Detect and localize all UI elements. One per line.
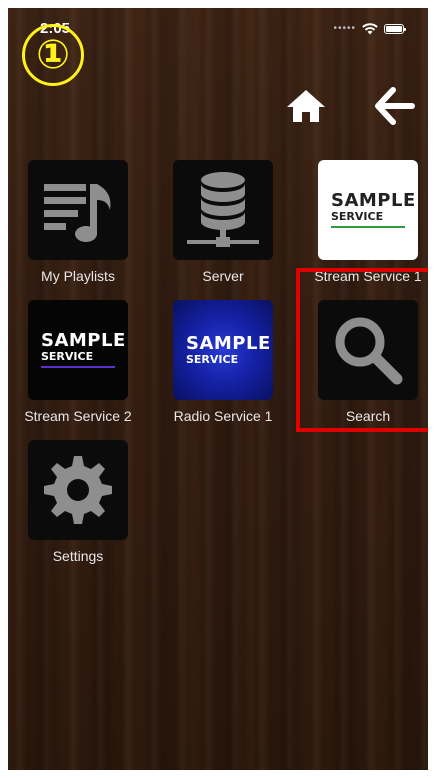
tile-server[interactable]: Server: [153, 160, 293, 290]
home-icon: [287, 90, 325, 122]
logo-text-service: SERVICE: [331, 210, 384, 223]
tile-label: Server: [202, 268, 244, 284]
logo-rule: [331, 226, 405, 228]
stream-service-2-logo: SAMPLE SERVICE: [28, 300, 128, 400]
tile-my-playlists[interactable]: My Playlists: [8, 160, 148, 290]
logo-text-sample: SAMPLE: [331, 190, 416, 211]
battery-icon: [384, 24, 406, 34]
tile-label: Search: [345, 408, 391, 424]
wifi-icon: [362, 23, 378, 35]
logo-text-sample: SAMPLE: [186, 333, 271, 354]
tile-label: My Playlists: [41, 268, 115, 284]
step-marker: ①: [22, 24, 84, 86]
stream-service-1-logo: SAMPLE SERVICE: [318, 160, 418, 260]
search-icon: [335, 317, 403, 385]
server-tile-icon: [173, 160, 273, 260]
my-playlists-tile-icon: [28, 160, 128, 260]
tile-radio-service-1[interactable]: SAMPLE SERVICE Radio Service 1: [153, 300, 293, 430]
tile-label: Stream Service 2: [24, 408, 132, 424]
tile-label: Stream Service 1: [314, 268, 422, 284]
logo-rule: [41, 366, 115, 368]
tile-label: Settings: [52, 548, 104, 564]
radio-service-1-logo: SAMPLE SERVICE: [173, 300, 273, 400]
tile-stream-service-2[interactable]: SAMPLE SERVICE Stream Service 2: [8, 300, 148, 430]
search-tile-icon: [318, 300, 418, 400]
playlist-music-icon: [44, 184, 111, 242]
logo-text-service: SERVICE: [41, 350, 94, 363]
back-button[interactable]: [372, 84, 416, 128]
gear-icon: [44, 456, 112, 524]
logo-text-service: SERVICE: [186, 353, 239, 366]
home-button[interactable]: [284, 84, 328, 128]
tile-search[interactable]: Search: [298, 300, 428, 430]
status-indicators: •••••: [333, 23, 406, 35]
logo-text-sample: SAMPLE: [41, 330, 126, 351]
tile-settings[interactable]: Settings: [8, 440, 148, 570]
database-server-icon: [187, 172, 259, 247]
cellular-signal-icon: •••••: [333, 23, 356, 34]
app-screen: 2:05 ••••• ① My Playlists Server SAMPLE …: [8, 8, 428, 770]
tile-label: Radio Service 1: [173, 408, 273, 424]
tile-stream-service-1[interactable]: SAMPLE SERVICE Stream Service 1: [298, 160, 428, 290]
settings-tile-icon: [28, 440, 128, 540]
arrow-left-icon: [375, 87, 415, 125]
